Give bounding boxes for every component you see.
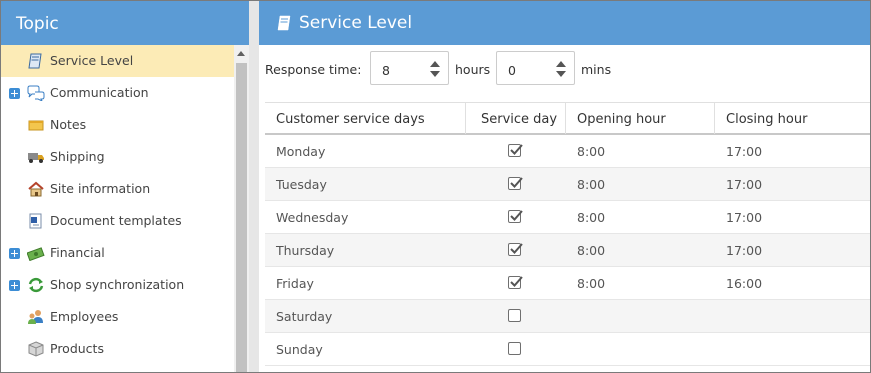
increment-arrow-icon[interactable] <box>430 61 440 67</box>
table-row[interactable]: Tuesday 8:00 17:00 <box>265 168 870 201</box>
hours-unit-label: hours <box>455 62 491 77</box>
service-level-panel: Service Level Response time: 8 hours 0 m… <box>259 1 870 372</box>
service-day-checkbox[interactable] <box>508 276 523 289</box>
expand-icon[interactable] <box>9 280 20 291</box>
truck-icon <box>27 149 45 165</box>
sync-icon <box>27 277 45 293</box>
mins-value[interactable]: 0 <box>508 63 516 78</box>
tree-item-document-templates[interactable]: Document templates <box>1 205 234 237</box>
table-row[interactable]: Friday 8:00 16:00 <box>265 267 870 300</box>
opening-hour-cell[interactable]: 8:00 <box>577 276 605 291</box>
box-icon <box>27 341 45 357</box>
opening-hour-cell[interactable]: 8:00 <box>577 243 605 258</box>
mins-unit-label: mins <box>581 62 612 77</box>
tree-item-shop-synchronization[interactable]: Shop synchronization <box>1 269 234 301</box>
day-cell: Saturday <box>276 309 333 324</box>
table-row[interactable]: Monday 8:00 17:00 <box>265 135 870 168</box>
note-icon <box>27 117 45 133</box>
page-title: Service Level <box>299 13 413 33</box>
service-days-table: Customer service days Service day Openin… <box>265 102 870 366</box>
day-cell: Wednesday <box>276 210 349 225</box>
closing-hour-cell[interactable]: 16:00 <box>726 276 762 291</box>
table-row[interactable]: Saturday <box>265 300 870 333</box>
topic-scrollbar[interactable] <box>234 45 249 372</box>
decrement-arrow-icon[interactable] <box>556 71 566 77</box>
tree-item-products[interactable]: Products <box>1 333 234 365</box>
table-header: Customer service days Service day Openin… <box>265 102 870 135</box>
house-icon <box>27 181 45 197</box>
service-day-checkbox[interactable] <box>508 210 523 223</box>
opening-hour-cell[interactable]: 8:00 <box>577 144 605 159</box>
closing-hour-cell[interactable]: 17:00 <box>726 144 762 159</box>
money-icon <box>26 245 45 262</box>
table-row[interactable]: Wednesday 8:00 17:00 <box>265 201 870 234</box>
closing-hour-cell[interactable]: 17:00 <box>726 177 762 192</box>
tree-item-label: Notes <box>50 117 87 132</box>
opening-hour-cell[interactable]: 8:00 <box>577 210 605 225</box>
tree-item-label: Shipping <box>50 149 105 164</box>
book-icon <box>277 15 291 31</box>
increment-arrow-icon[interactable] <box>556 61 566 67</box>
decrement-arrow-icon[interactable] <box>430 71 440 77</box>
tree-item-employees[interactable]: Employees <box>1 301 234 333</box>
table-row[interactable]: Sunday <box>265 333 870 366</box>
column-header-closing-hour[interactable]: Closing hour <box>726 103 807 134</box>
expand-icon[interactable] <box>9 248 20 259</box>
tree-item-communication[interactable]: Communication <box>1 77 234 109</box>
service-day-checkbox[interactable] <box>508 243 523 256</box>
scrollbar-thumb[interactable] <box>236 63 247 372</box>
tree-item-label: Document templates <box>50 213 182 228</box>
tree-item-label: Shop synchronization <box>50 277 185 292</box>
topic-panel-title: Topic <box>1 1 249 45</box>
people-icon <box>27 309 45 325</box>
day-cell: Thursday <box>276 243 335 258</box>
tree-item-label: Communication <box>50 85 149 100</box>
service-level-header: Service Level <box>259 1 870 45</box>
service-day-checkbox[interactable] <box>508 309 521 322</box>
response-time-label: Response time: <box>265 62 362 77</box>
day-cell: Tuesday <box>276 177 327 192</box>
column-divider <box>714 103 715 134</box>
table-row[interactable]: Thursday 8:00 17:00 <box>265 234 870 267</box>
opening-hour-cell[interactable]: 8:00 <box>577 177 605 192</box>
hours-value[interactable]: 8 <box>382 63 390 78</box>
day-cell: Friday <box>276 276 314 291</box>
tree-item-label: Site information <box>50 181 151 196</box>
tree-item-site-information[interactable]: Site information <box>1 173 234 205</box>
tree-item-label: Financial <box>50 245 105 260</box>
service-day-checkbox[interactable] <box>508 342 521 355</box>
column-divider <box>465 103 466 134</box>
day-cell: Sunday <box>276 342 323 357</box>
service-day-checkbox[interactable] <box>508 177 523 190</box>
panel-splitter[interactable] <box>249 1 259 372</box>
column-divider <box>565 103 566 134</box>
response-time-row: Response time: 8 hours 0 mins <box>259 51 859 85</box>
topic-panel: Topic Service Level Communication Notes <box>1 1 249 372</box>
tree-item-label: Products <box>50 341 104 356</box>
service-day-checkbox[interactable] <box>508 144 523 157</box>
column-header-service-day[interactable]: Service day <box>481 103 557 134</box>
topic-tree: Service Level Communication Notes Shippi… <box>1 45 234 372</box>
tree-item-label: Employees <box>50 309 119 324</box>
tree-item-shipping[interactable]: Shipping <box>1 141 234 173</box>
tree-item-service-level[interactable]: Service Level <box>1 45 234 77</box>
tree-item-label: Service Level <box>50 53 134 68</box>
expand-icon[interactable] <box>9 88 20 99</box>
mins-stepper[interactable]: 0 <box>496 51 575 85</box>
day-cell: Monday <box>276 144 326 159</box>
speech-bubbles-icon <box>27 85 45 103</box>
column-header-customer-service-days[interactable]: Customer service days <box>276 103 425 134</box>
book-icon <box>27 53 45 69</box>
column-header-opening-hour[interactable]: Opening hour <box>577 103 666 134</box>
hours-stepper[interactable]: 8 <box>370 51 449 85</box>
scroll-up-arrow-icon[interactable] <box>237 51 245 56</box>
document-icon <box>27 213 45 229</box>
closing-hour-cell[interactable]: 17:00 <box>726 210 762 225</box>
tree-item-notes[interactable]: Notes <box>1 109 234 141</box>
closing-hour-cell[interactable]: 17:00 <box>726 243 762 258</box>
tree-item-financial[interactable]: Financial <box>1 237 234 269</box>
